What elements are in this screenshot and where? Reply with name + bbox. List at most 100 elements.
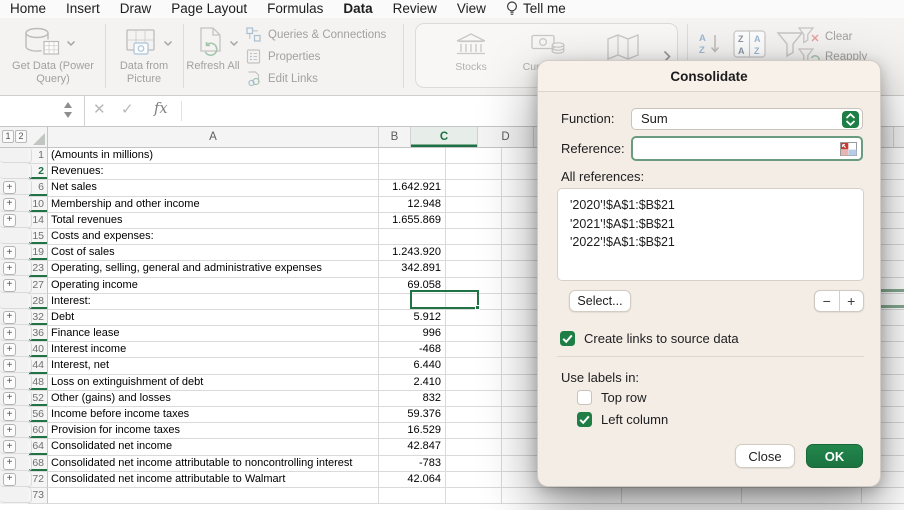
edit-links-button[interactable]: Edit Links: [246, 71, 318, 86]
top-row-checkbox[interactable]: [577, 390, 592, 405]
cell-d[interactable]: [446, 245, 502, 261]
column-header-c[interactable]: C: [411, 127, 478, 148]
cell-b[interactable]: [0, 488, 32, 503]
cell-label[interactable]: Interest, net: [48, 358, 379, 374]
menu-item-formulas[interactable]: Formulas: [267, 0, 323, 18]
cell-d[interactable]: [446, 342, 502, 358]
cell-d[interactable]: [446, 213, 502, 229]
cell-label[interactable]: (Amounts in millions): [48, 148, 379, 164]
references-listbox[interactable]: '2020'!$A$1:$B$21'2021'!$A$1:$B$21'2022'…: [557, 188, 864, 281]
cell-b[interactable]: [0, 180, 32, 195]
cell-label[interactable]: Operating income: [48, 278, 379, 294]
cell-label[interactable]: Consolidated net income attributable to …: [48, 472, 379, 488]
cell-d[interactable]: [446, 310, 502, 326]
ok-button[interactable]: OK: [806, 444, 863, 468]
cell-b[interactable]: [0, 148, 32, 163]
name-box-stepper-up[interactable]: [64, 102, 72, 108]
cell-value[interactable]: 42.064: [379, 472, 446, 488]
cell-d[interactable]: [446, 456, 502, 472]
reference-list-item[interactable]: '2020'!$A$1:$B$21: [570, 196, 863, 215]
menu-item-page-layout[interactable]: Page Layout: [171, 0, 247, 18]
cell-d[interactable]: [446, 148, 502, 164]
selected-cell-outline[interactable]: [410, 290, 479, 309]
cell-b[interactable]: [0, 472, 32, 487]
cell-b[interactable]: [0, 245, 32, 260]
cell-b[interactable]: [0, 261, 32, 276]
cell-label[interactable]: Provision for income taxes: [48, 423, 379, 439]
cell-d[interactable]: [446, 472, 502, 488]
fill-handle[interactable]: [475, 305, 480, 310]
cell-label[interactable]: Revenues:: [48, 164, 379, 180]
cell-b[interactable]: [0, 375, 32, 390]
range-picker-icon[interactable]: [840, 142, 857, 156]
remove-reference-button[interactable]: −: [815, 291, 839, 311]
cell-value[interactable]: 16.529: [379, 423, 446, 439]
insert-function-icon[interactable]: fx: [154, 101, 168, 117]
cell-d[interactable]: [446, 439, 502, 455]
menu-item-draw[interactable]: Draw: [120, 0, 152, 18]
reference-input[interactable]: [631, 136, 863, 161]
cell-d[interactable]: [446, 358, 502, 374]
cell-b[interactable]: [0, 326, 32, 341]
cell-label[interactable]: Loss on extinguishment of debt: [48, 375, 379, 391]
cell-label[interactable]: Consolidated net income attributable to …: [48, 456, 379, 472]
cell-value[interactable]: 832: [379, 391, 446, 407]
cell-value[interactable]: 5.912: [379, 310, 446, 326]
cell-b[interactable]: [0, 439, 32, 454]
properties-button[interactable]: Properties: [246, 49, 320, 64]
cell-value[interactable]: 12.948: [379, 197, 446, 213]
function-dropdown[interactable]: Sum: [631, 108, 863, 130]
cell-d[interactable]: [446, 229, 502, 245]
create-links-checkbox[interactable]: [560, 331, 575, 346]
cell-value[interactable]: 2.410: [379, 375, 446, 391]
select-all-corner[interactable]: [28, 127, 48, 148]
menu-item-tell-me[interactable]: Tell me: [506, 0, 566, 18]
cell-d[interactable]: [446, 407, 502, 423]
cell-label[interactable]: Costs and expenses:: [48, 229, 379, 245]
cell-label[interactable]: Cost of sales: [48, 245, 379, 261]
cell-d[interactable]: [446, 164, 502, 180]
menu-item-home[interactable]: Home: [10, 0, 46, 18]
cell-label[interactable]: Debt: [48, 310, 379, 326]
cell-d[interactable]: [446, 488, 502, 504]
cell-label[interactable]: Finance lease: [48, 326, 379, 342]
stocks-data-type[interactable]: Stocks: [448, 32, 494, 73]
cell-b[interactable]: [0, 423, 32, 438]
cell-d[interactable]: [446, 180, 502, 196]
cell-b[interactable]: [0, 164, 32, 179]
close-button[interactable]: Close: [735, 444, 795, 468]
menu-item-review[interactable]: Review: [393, 0, 437, 18]
cell-value[interactable]: [379, 164, 446, 180]
cell-label[interactable]: [48, 488, 379, 504]
cell-value[interactable]: -783: [379, 456, 446, 472]
cell-value[interactable]: 996: [379, 326, 446, 342]
reference-list-item[interactable]: '2021'!$A$1:$B$21: [570, 215, 863, 234]
cell-value[interactable]: -468: [379, 342, 446, 358]
column-header-b[interactable]: B: [379, 127, 411, 148]
cell-b[interactable]: [0, 278, 32, 293]
cell-b[interactable]: [0, 456, 32, 471]
outline-level-2-button[interactable]: 2: [15, 130, 27, 143]
cell-b[interactable]: [0, 294, 32, 309]
cell-label[interactable]: Membership and other income: [48, 197, 379, 213]
cancel-entry-icon[interactable]: ✕: [93, 100, 106, 118]
select-button[interactable]: Select...: [569, 290, 631, 312]
cell-b[interactable]: [0, 310, 32, 325]
cell-d[interactable]: [446, 197, 502, 213]
cell-value[interactable]: [379, 148, 446, 164]
cell-b[interactable]: [0, 213, 32, 228]
add-reference-button[interactable]: +: [839, 291, 864, 311]
menu-item-view[interactable]: View: [457, 0, 486, 18]
cell-value[interactable]: 59.376: [379, 407, 446, 423]
cell-value[interactable]: 6.440: [379, 358, 446, 374]
menu-item-data[interactable]: Data: [343, 0, 372, 18]
cell-b[interactable]: [0, 358, 32, 373]
column-header-h[interactable]: [894, 127, 904, 148]
cell-d[interactable]: [446, 423, 502, 439]
cell-value[interactable]: 1.642.921: [379, 180, 446, 196]
cell-b[interactable]: [0, 229, 32, 244]
outline-level-1-button[interactable]: 1: [2, 130, 14, 143]
cell-label[interactable]: Interest:: [48, 294, 379, 310]
cell-d[interactable]: [446, 375, 502, 391]
reference-list-item[interactable]: '2022'!$A$1:$B$21: [570, 233, 863, 252]
